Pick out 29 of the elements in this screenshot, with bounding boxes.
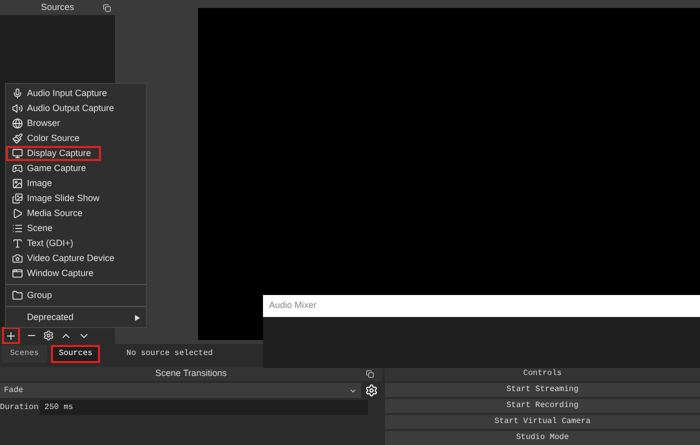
menu-item[interactable]: Image Slide Show (6, 191, 146, 206)
menu-item[interactable]: Browser (6, 116, 146, 131)
menu-item[interactable]: Game Capture (6, 161, 146, 176)
control-button[interactable]: Start Virtual Camera (385, 415, 700, 429)
menu-item[interactable]: Group (6, 288, 146, 303)
menu-item[interactable]: Video Capture Device (6, 251, 146, 266)
properties-status: No source selected (126, 348, 213, 360)
control-button[interactable]: Start Recording (385, 399, 700, 413)
menu-item[interactable]: Audio Output Capture (6, 101, 146, 116)
transition-select[interactable]: Fade (0, 383, 361, 398)
menu-item[interactable]: Audio Input Capture (6, 86, 146, 101)
duration-label: Duration (0, 402, 38, 414)
menu-item[interactable]: Deprecated (6, 310, 146, 325)
dock-tab[interactable]: Sources (50, 344, 100, 363)
menu-item[interactable]: Scene (6, 221, 146, 236)
menu-item[interactable]: Color Source (6, 131, 146, 146)
dock-tab[interactable]: Scenes (2, 344, 47, 363)
dock-title: Sources (40, 0, 74, 14)
menu-item[interactable]: Text (GDI+) (6, 236, 146, 251)
menu-item[interactable]: Display Capture (6, 146, 101, 161)
menu-item[interactable]: Media Source (6, 206, 146, 221)
controls-title: Controls (523, 368, 562, 380)
transitions-title: Scene Transitions (155, 367, 227, 380)
control-button[interactable]: Studio Mode (385, 431, 700, 445)
control-button[interactable]: Start Streaming (385, 383, 700, 397)
menu-item[interactable]: Window Capture (6, 266, 146, 281)
menu-item[interactable]: Image (6, 176, 146, 191)
audio-mixer-title: Audio Mixer (269, 299, 317, 312)
duration-field[interactable]: 250 ms (40, 400, 368, 415)
